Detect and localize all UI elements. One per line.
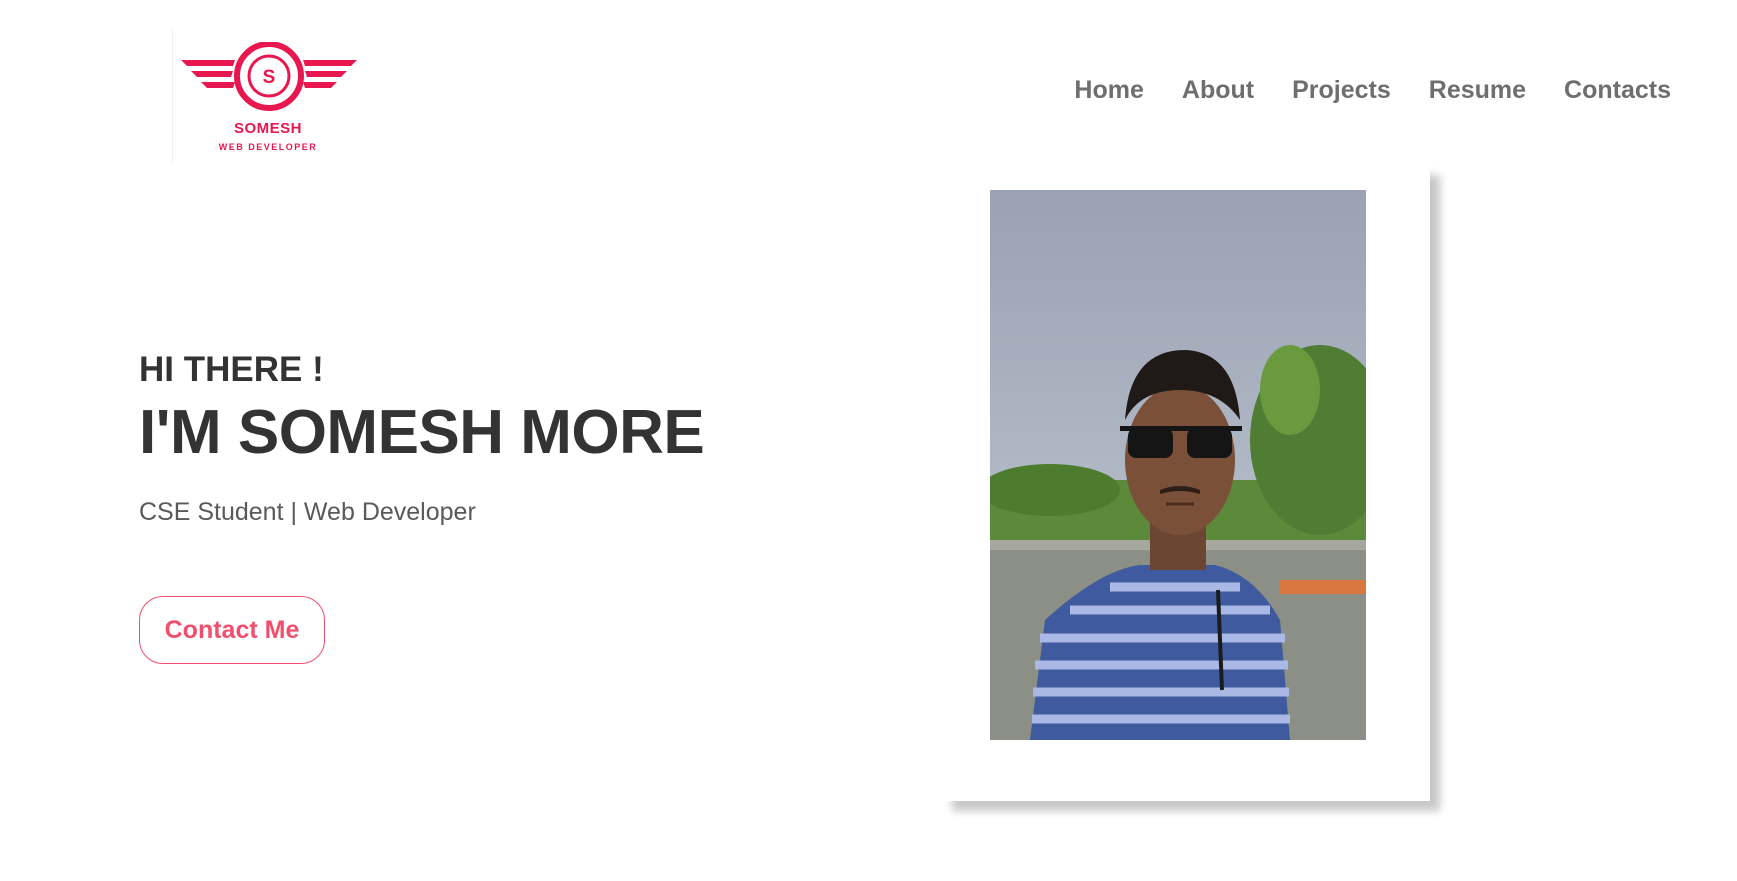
logo-tagline: WEB DEVELOPER xyxy=(218,142,318,152)
winged-logo-icon: S xyxy=(181,42,357,111)
nav-home[interactable]: Home xyxy=(1074,76,1143,105)
profile-photo-card xyxy=(942,165,1430,801)
nav-projects[interactable]: Projects xyxy=(1292,76,1391,105)
portrait-illustration xyxy=(990,190,1366,740)
nav-about[interactable]: About xyxy=(1182,76,1254,105)
hero-role: CSE Student | Web Developer xyxy=(139,498,476,526)
hero-greeting: HI THERE ! xyxy=(139,350,324,389)
nav-resume[interactable]: Resume xyxy=(1429,76,1526,105)
site-header: S SOMESH WEB DEVELOPER Home About Projec… xyxy=(0,0,1737,165)
hero-intro: HI THERE ! I'M SOMESH MORE CSE Student |… xyxy=(139,348,705,528)
hero-name: I'M SOMESH MORE xyxy=(139,398,705,467)
logo[interactable]: S SOMESH WEB DEVELOPER xyxy=(172,28,357,162)
nav-contacts[interactable]: Contacts xyxy=(1564,76,1671,105)
contact-me-button[interactable]: Contact Me xyxy=(139,596,325,664)
profile-photo xyxy=(990,190,1366,740)
logo-name: SOMESH xyxy=(233,120,302,137)
logo-initial: S xyxy=(263,67,276,88)
main-nav: Home About Projects Resume Contacts xyxy=(1074,76,1671,105)
